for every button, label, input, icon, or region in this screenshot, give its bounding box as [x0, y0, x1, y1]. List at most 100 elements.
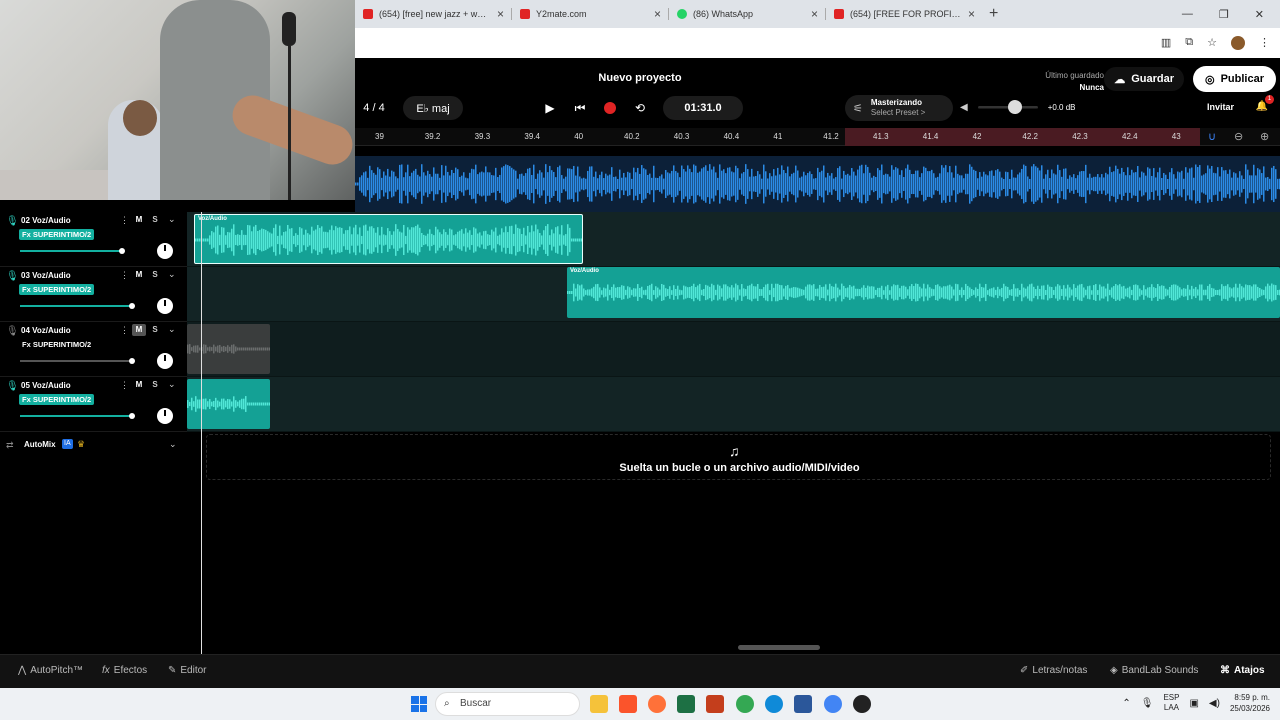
volume-slider[interactable] [977, 100, 1038, 114]
fx-badge[interactable]: Fx SUPERINTIMO/2 [19, 229, 95, 240]
word-icon[interactable] [794, 695, 812, 713]
fx-badge[interactable]: Fx SUPERINTIMO/2 [19, 394, 95, 405]
track-header[interactable]: 🎙 03 Voz/Audio ⋮ M S ⌄ Fx SUPERINTIMO/2 [0, 267, 187, 322]
publish-button[interactable]: ◎ Publicar [1192, 66, 1276, 92]
audio-clip[interactable] [187, 379, 270, 429]
track-name[interactable]: 04 Voz/Audio [21, 326, 71, 335]
browser-tab-3[interactable]: (86) WhatsApp × [669, 0, 826, 28]
rewind-icon[interactable]: ⏮ [565, 96, 595, 120]
browser-tab-1[interactable]: (654) [free] new jazz + waera - × [355, 0, 512, 28]
chevron-down-icon[interactable]: ⌄ [168, 324, 176, 335]
more-options-icon[interactable]: ⋮ [120, 325, 129, 336]
pan-knob[interactable] [157, 353, 173, 369]
play-icon[interactable]: ▶ [535, 96, 565, 120]
bell-icon[interactable]: 🔔 1 [1256, 95, 1274, 112]
playhead[interactable] [201, 212, 202, 654]
track-header[interactable]: 🎙 02 Voz/Audio ⋮ M S ⌄ Fx SUPERINTIMO/2 [0, 212, 187, 267]
audio-clip[interactable]: Voz/Audio [194, 214, 583, 264]
pan-knob[interactable] [157, 298, 173, 314]
horizontal-scrollbar[interactable] [738, 645, 820, 650]
close-icon[interactable]: × [497, 7, 504, 21]
mute-button[interactable]: M [132, 379, 146, 391]
mute-button[interactable]: M [132, 269, 146, 281]
close-icon[interactable]: × [654, 7, 661, 21]
volume-fader[interactable] [20, 303, 135, 309]
profile-avatar[interactable] [1231, 36, 1245, 50]
chrome-icon[interactable] [736, 695, 754, 713]
drop-zone[interactable]: ♫ Suelta un bucle o un archivo audio/MID… [206, 434, 1271, 480]
automix-row[interactable]: ⇄ AutoMix IA ♛ ⌄ [0, 438, 187, 454]
excel-icon[interactable] [677, 695, 695, 713]
track-lane-04[interactable] [187, 322, 1280, 377]
github-icon[interactable] [853, 695, 871, 713]
firefox-icon[interactable] [648, 695, 666, 713]
track-name[interactable]: 03 Voz/Audio [21, 271, 71, 280]
autopitch-button[interactable]: ⋀ AutoPitch™ [18, 665, 83, 676]
time-signature[interactable]: 4 / 4 [355, 96, 393, 120]
volume-fader[interactable] [20, 248, 125, 254]
fader-handle[interactable] [129, 303, 135, 309]
more-options-icon[interactable]: ⋮ [120, 270, 129, 281]
fader-handle[interactable] [129, 358, 135, 364]
restore-icon[interactable]: ❐ [1219, 8, 1229, 21]
close-window-icon[interactable]: ✕ [1255, 8, 1264, 21]
track-header[interactable]: 🎙 04 Voz/Audio ⋮ M S ⌄ Fx SUPERINTIMO/2 [0, 322, 187, 377]
brave-icon[interactable] [619, 695, 637, 713]
audio-clip-muted[interactable] [187, 324, 270, 374]
pan-knob[interactable] [157, 243, 173, 259]
chevron-up-icon[interactable]: ⌃ [1122, 698, 1130, 709]
volume-slider-knob[interactable] [1007, 100, 1022, 114]
track-name[interactable]: 02 Voz/Audio [21, 216, 71, 225]
browser-tab-4[interactable]: (654) [FREE FOR PROFIT] Melo × [826, 0, 983, 28]
overview-waveform[interactable] [355, 156, 1280, 212]
solo-button[interactable]: S [148, 214, 162, 226]
project-title[interactable]: Nuevo proyecto [355, 72, 925, 84]
invite-button[interactable]: Invitar [1207, 102, 1234, 112]
chevron-down-icon[interactable]: ⌄ [168, 379, 176, 390]
effects-button[interactable]: fx Efectos [102, 665, 147, 676]
editor-button[interactable]: ✎ Editor [168, 665, 207, 676]
new-tab-button[interactable]: + [989, 5, 998, 23]
display-icon[interactable]: ▣ [1189, 698, 1198, 709]
shortcuts-button[interactable]: ⌘ Atajos [1220, 665, 1265, 676]
more-options-icon[interactable]: ⋮ [120, 215, 129, 226]
bandlab-sounds-button[interactable]: ◈ BandLab Sounds [1110, 665, 1198, 676]
lyrics-button[interactable]: ✐ Letras/notas [1020, 665, 1087, 676]
file-explorer-icon[interactable] [590, 695, 608, 713]
solo-button[interactable]: S [148, 379, 162, 391]
mute-button[interactable]: M [132, 214, 146, 226]
mute-button[interactable]: M [132, 324, 146, 336]
bookmark-star-icon[interactable]: ☆ [1207, 36, 1217, 50]
save-button[interactable]: ☁ Guardar [1104, 67, 1184, 91]
language-indicator[interactable]: ESP LAA [1163, 693, 1179, 713]
windows-start-icon[interactable] [411, 696, 427, 712]
track-lane-05[interactable] [187, 377, 1280, 432]
magnet-icon[interactable]: ∪ [1208, 130, 1216, 143]
minimize-icon[interactable]: — [1182, 8, 1193, 21]
chevron-down-icon[interactable]: ⌄ [168, 214, 176, 225]
fader-handle[interactable] [129, 413, 135, 419]
zoom-out-icon[interactable]: ⊖ [1234, 130, 1243, 143]
volume-fader[interactable] [20, 413, 135, 419]
solo-button[interactable]: S [148, 269, 162, 281]
zoom-in-icon[interactable]: ⊕ [1260, 130, 1269, 143]
loop-icon[interactable]: ⟲ [625, 96, 655, 120]
fx-badge[interactable]: Fx SUPERINTIMO/2 [19, 284, 95, 295]
track-lane-03[interactable]: Voz/Audio [187, 267, 1280, 322]
powerpoint-icon[interactable] [706, 695, 724, 713]
fader-handle[interactable] [119, 248, 125, 254]
taskbar-search[interactable]: ⌕ Buscar [435, 692, 580, 716]
chevron-down-icon[interactable]: ⌄ [169, 439, 177, 450]
record-button[interactable] [595, 96, 625, 120]
key-selector[interactable]: E♭ maj [403, 96, 463, 120]
close-icon[interactable]: × [968, 7, 975, 21]
close-icon[interactable]: × [811, 7, 818, 21]
more-menu-icon[interactable]: ⋮ [1259, 36, 1270, 50]
fx-badge[interactable]: Fx SUPERINTIMO/2 [19, 339, 94, 350]
clock[interactable]: 8:59 p. m. 25/03/2026 [1230, 692, 1270, 714]
audio-clip[interactable]: Voz/Audio [567, 267, 1280, 318]
edge-icon[interactable] [765, 695, 783, 713]
solo-button[interactable]: S [148, 324, 162, 336]
track-name[interactable]: 05 Voz/Audio [21, 381, 71, 390]
pan-knob[interactable] [157, 408, 173, 424]
